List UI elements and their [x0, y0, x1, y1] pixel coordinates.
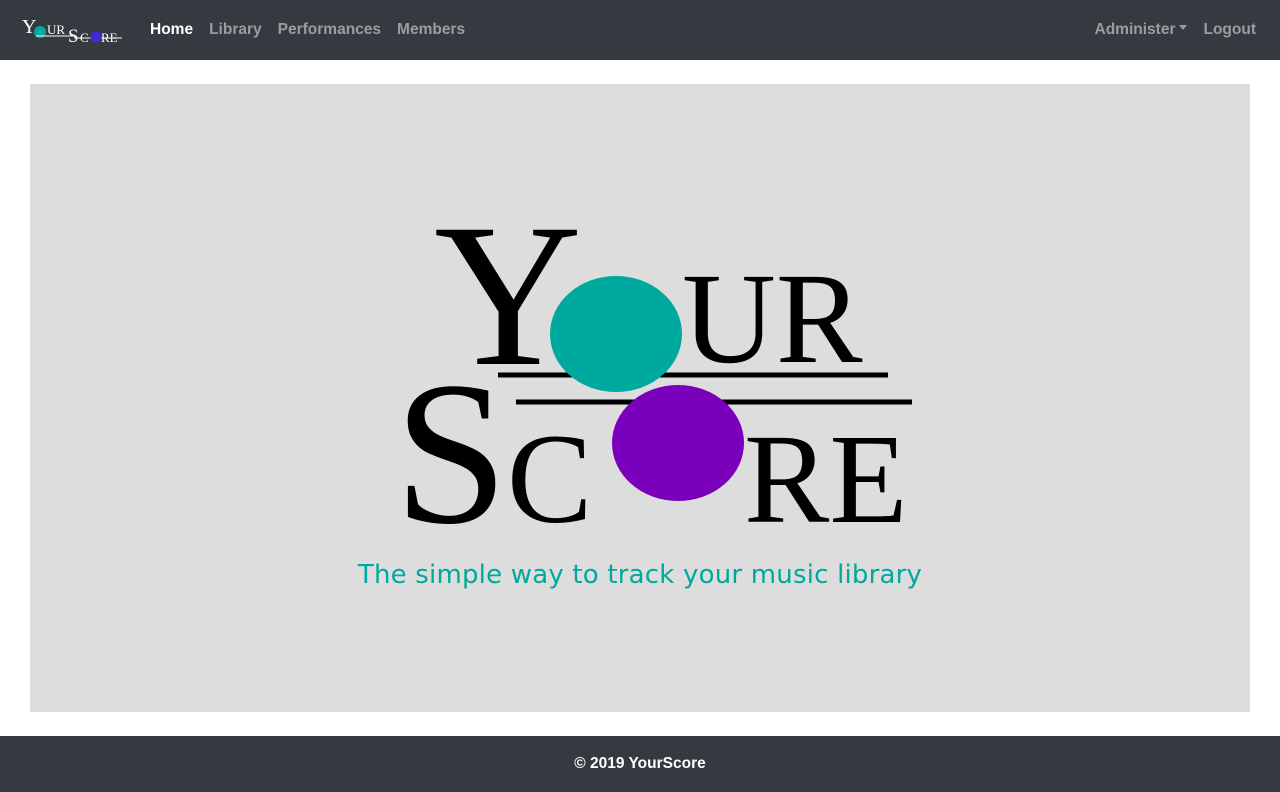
brand-logo-re: RE [101, 30, 118, 44]
site-footer: © 2019 YourScore [0, 736, 1280, 792]
account-nav: Administer Logout [1079, 0, 1256, 60]
hero-logo-teal-circle [550, 276, 682, 392]
hero-tagline: The simple way to track your music libra… [357, 560, 923, 590]
brand-logo-c: C [80, 30, 89, 44]
top-navbar: Y UR S C RE Home Library Performances Me… [0, 0, 1280, 60]
hero-logo-re: RE [744, 408, 908, 534]
main-nav: Home Library Performances Members [150, 0, 481, 60]
nav-performances-link[interactable]: Performances [278, 21, 381, 39]
hero-logo-our: UR [682, 247, 863, 391]
hero-logo-c: C [507, 408, 592, 534]
yourscore-hero-logo: Y UR S C RE [394, 194, 912, 534]
administer-dropdown[interactable]: Administer [1095, 21, 1188, 39]
brand-logo-our: UR [47, 22, 65, 37]
hero-logo-purple-circle [612, 385, 744, 501]
brand-logo-y: Y [22, 16, 36, 38]
footer-copyright: © 2019 YourScore [574, 755, 706, 772]
brand-logo-purple-dot [90, 31, 102, 43]
nav-library-link[interactable]: Library [209, 21, 262, 39]
administer-label: Administer [1094, 21, 1176, 38]
logout-link[interactable]: Logout [1203, 21, 1256, 39]
brand-logo-s: S [68, 26, 79, 44]
nav-home-link[interactable]: Home [150, 21, 193, 39]
hero-jumbotron: Y UR S C RE The simple way to track your… [30, 84, 1250, 712]
brand-logo[interactable]: Y UR S C RE [22, 14, 126, 44]
caret-down-icon [1179, 25, 1188, 31]
nav-members-link[interactable]: Members [397, 21, 465, 39]
hero-logo-s: S [394, 340, 508, 534]
